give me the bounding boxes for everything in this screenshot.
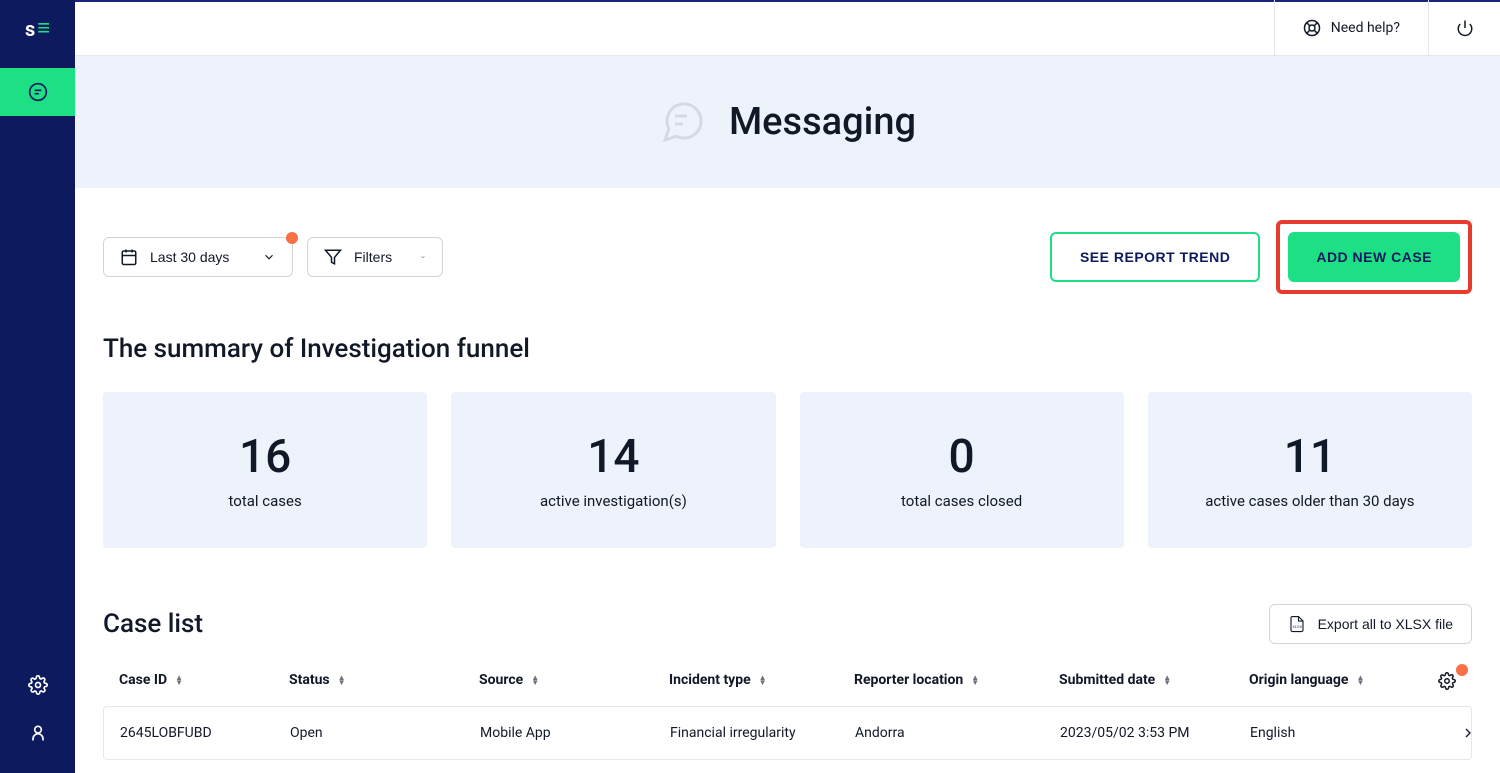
export-label: Export all to XLSX file (1318, 616, 1453, 632)
toolbar: Last 30 days Filters (103, 220, 1472, 294)
stats-grid: 16 total cases 14 active investigation(s… (103, 392, 1472, 548)
sidebar: s≡ (0, 0, 75, 773)
sort-icon: ▲▼ (338, 675, 346, 685)
export-xlsx-button[interactable]: XLSX Export all to XLSX file (1269, 604, 1472, 644)
stat-label: total cases (229, 492, 302, 510)
table-row[interactable]: 2645LOBFUBD Open Mobile App Financial ir… (103, 706, 1472, 760)
calendar-icon (120, 248, 138, 266)
user-icon (28, 723, 48, 743)
caselist-title: Case list (103, 609, 203, 639)
topbar: Need help? (75, 0, 1500, 56)
see-report-trend-button[interactable]: SEE REPORT TREND (1050, 232, 1260, 282)
sidebar-bottom (0, 661, 75, 773)
filters-dropdown[interactable]: Filters (307, 237, 443, 277)
stat-label: total cases closed (901, 492, 1022, 510)
notification-dot (1456, 664, 1468, 676)
sidebar-item-profile[interactable] (0, 709, 75, 757)
date-range-dropdown[interactable]: Last 30 days (103, 237, 293, 277)
filter-icon (324, 248, 342, 266)
cell-case-id: 2645LOBFUBD (120, 725, 290, 741)
message-icon (28, 82, 48, 102)
sort-icon: ▲▼ (531, 675, 539, 685)
stat-value: 16 (239, 430, 291, 484)
svg-text:XLSX: XLSX (1292, 625, 1302, 629)
cell-submitted-date: 2023/05/02 3:53 PM (1060, 725, 1250, 741)
page-header: Messaging (75, 56, 1500, 188)
sort-icon: ▲▼ (759, 675, 767, 685)
column-origin-language[interactable]: Origin language ▲▼ (1249, 672, 1419, 688)
sort-icon: ▲▼ (1163, 675, 1171, 685)
cell-origin-language: English (1250, 725, 1420, 741)
stat-value: 14 (587, 430, 639, 484)
cell-status: Open (290, 725, 480, 741)
lifebuoy-icon (1303, 19, 1321, 37)
cell-source: Mobile App (480, 725, 670, 741)
sort-icon: ▲▼ (175, 675, 183, 685)
stat-card-total-cases: 16 total cases (103, 392, 427, 548)
page-title: Messaging (729, 100, 916, 144)
date-range-label: Last 30 days (150, 249, 229, 265)
toolbar-left: Last 30 days Filters (103, 237, 443, 277)
xlsx-file-icon: XLSX (1288, 615, 1306, 633)
sidebar-item-messaging[interactable] (0, 68, 75, 116)
sidebar-nav (0, 58, 75, 661)
column-incident-type[interactable]: Incident type ▲▼ (669, 672, 854, 688)
stat-value: 0 (949, 430, 975, 484)
gear-icon (1438, 672, 1456, 690)
column-reporter-location[interactable]: Reporter location ▲▼ (854, 672, 1059, 688)
add-new-case-highlight: ADD NEW CASE (1276, 220, 1472, 294)
table-settings-button[interactable] (1438, 672, 1456, 690)
logout-button[interactable] (1428, 0, 1500, 56)
logo: s≡ (0, 0, 75, 58)
chevron-down-icon (420, 250, 426, 264)
content: Last 30 days Filters (75, 188, 1500, 773)
sidebar-item-settings[interactable] (0, 661, 75, 709)
stat-label: active investigation(s) (540, 492, 687, 510)
logo-text: s≡ (25, 17, 50, 41)
summary-title: The summary of Investigation funnel (103, 334, 1472, 364)
column-source[interactable]: Source ▲▼ (479, 672, 669, 688)
main: Need help? Messaging (75, 0, 1500, 773)
logo-accent-icon: ≡ (37, 22, 50, 35)
stat-value: 11 (1284, 430, 1336, 484)
cell-reporter-location: Andorra (855, 725, 1060, 741)
stat-label: active cases older than 30 days (1205, 492, 1414, 510)
chevron-right-icon (1460, 725, 1476, 741)
stat-card-older: 11 active cases older than 30 days (1148, 392, 1472, 548)
column-case-id[interactable]: Case ID ▲▼ (119, 672, 289, 688)
power-icon (1456, 19, 1474, 37)
chevron-down-icon (262, 250, 276, 264)
caselist-header: Case list XLSX Export all to XLSX file (103, 604, 1472, 644)
stat-card-active-investigations: 14 active investigation(s) (451, 392, 775, 548)
gear-icon (28, 675, 48, 695)
column-status[interactable]: Status ▲▼ (289, 672, 479, 688)
cell-incident-type: Financial irregularity (670, 725, 855, 741)
case-table: Case ID ▲▼ Status ▲▼ Source ▲▼ Incident … (103, 672, 1472, 760)
filters-label: Filters (354, 249, 392, 265)
table-header: Case ID ▲▼ Status ▲▼ Source ▲▼ Incident … (103, 672, 1472, 706)
help-button[interactable]: Need help? (1274, 0, 1428, 56)
add-new-case-button[interactable]: ADD NEW CASE (1288, 232, 1460, 282)
messaging-icon (659, 98, 707, 146)
row-expand (1420, 725, 1476, 741)
help-label: Need help? (1331, 20, 1400, 36)
column-submitted-date[interactable]: Submitted date ▲▼ (1059, 672, 1249, 688)
sort-icon: ▲▼ (1356, 675, 1364, 685)
toolbar-right: SEE REPORT TREND ADD NEW CASE (1050, 220, 1472, 294)
sort-icon: ▲▼ (971, 675, 979, 685)
stat-card-closed: 0 total cases closed (800, 392, 1124, 548)
